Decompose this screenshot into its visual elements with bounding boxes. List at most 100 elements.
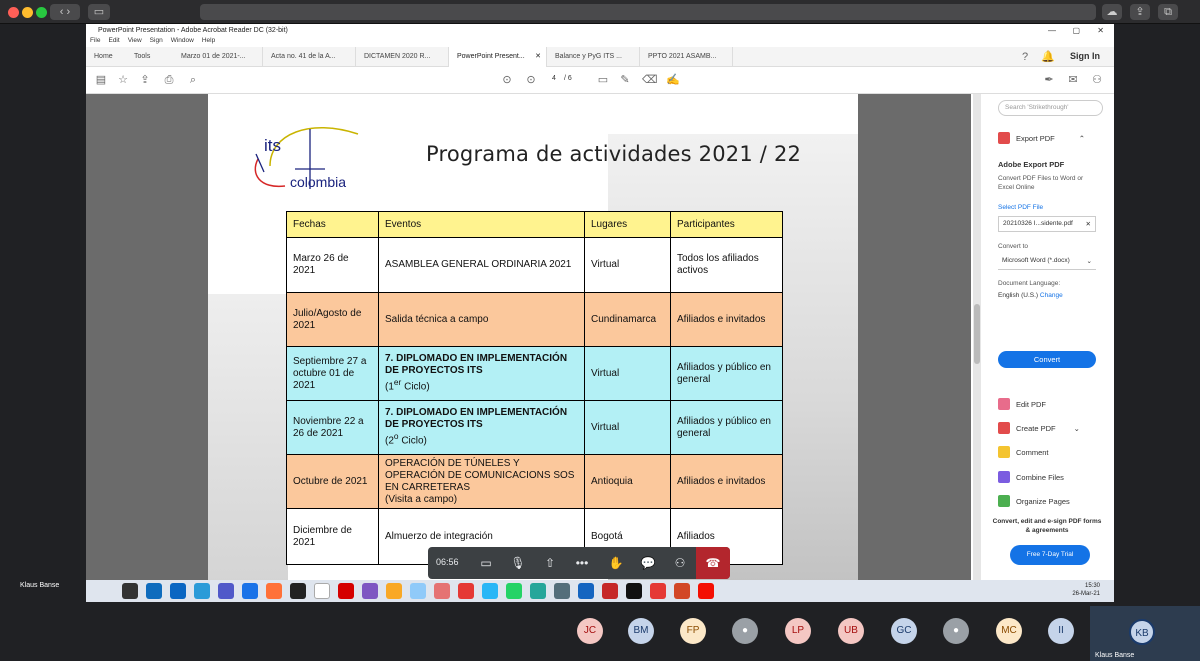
app-icon[interactable] [194,583,210,599]
powerpoint-icon[interactable] [674,583,690,599]
app-icon[interactable] [362,583,378,599]
format-select[interactable]: Microsoft Word (*.docx) ⌄ [998,254,1096,270]
zoom-search-icon[interactable]: ⌕ [186,73,200,87]
chat-icon[interactable]: 💬 [640,555,656,571]
outlook-icon[interactable] [146,583,162,599]
select-file-label[interactable]: Select PDF File [998,204,1043,211]
participant-avatar[interactable]: BM [628,618,654,644]
page-up-icon[interactable]: ⊙ [500,73,514,87]
chevron-up-icon[interactable]: ⌃ [1079,134,1085,143]
app-icon[interactable] [530,583,546,599]
tool-create-pdf[interactable]: Create PDF ⌄ [998,422,1080,434]
participants-icon[interactable]: ⚇ [672,555,688,571]
upload-icon[interactable]: ⇪ [138,73,152,87]
doc-tab[interactable]: Marzo 01 de 2021-... [173,47,263,67]
tab-tools[interactable]: Tools [126,47,171,67]
save-icon[interactable]: ▤ [94,73,108,87]
participant-avatar-generic[interactable]: ● [943,618,969,644]
star-icon[interactable]: ☆ [116,73,130,87]
doc-tab[interactable]: DICTAMEN 2020 R... [356,47,449,67]
remove-file-icon[interactable]: ✕ [1086,220,1091,228]
participant-avatar[interactable]: GC [891,618,917,644]
app-icon[interactable] [314,583,330,599]
highlight-icon[interactable]: ⌫ [642,73,658,87]
print-icon[interactable]: ⎙ [162,73,176,87]
comment-icon[interactable]: ▭ [596,73,610,87]
app-icon[interactable] [434,583,450,599]
sidebar-toggle-icon[interactable]: ▭ [88,4,110,20]
menu-view[interactable]: View [128,37,142,47]
task-view-icon[interactable] [122,583,138,599]
browser-icon[interactable] [242,583,258,599]
whatsapp-icon[interactable] [506,583,522,599]
minimize-window-button[interactable] [22,7,33,18]
tab-home[interactable]: Home [86,47,126,67]
cloud-icon[interactable]: ☁ [1102,4,1122,20]
telegram-icon[interactable] [482,583,498,599]
stamp-icon[interactable]: ✍ [666,73,680,87]
fill-sign-icon[interactable]: ✒ [1042,73,1056,87]
page-down-icon[interactable]: ⊙ [524,73,538,87]
raise-hand-icon[interactable]: ✋ [608,555,624,571]
mail-icon[interactable]: ✉ [1066,73,1080,87]
tool-combine-files[interactable]: Combine Files [998,471,1064,483]
tool-edit-pdf[interactable]: Edit PDF [998,398,1046,410]
hang-up-button[interactable]: ☎ [696,547,730,579]
participant-avatar-generic[interactable]: ● [732,618,758,644]
document-scrollbar[interactable] [973,94,981,580]
document-viewport[interactable]: its colombia Programa de actividades 202… [86,94,971,580]
acrobat-icon[interactable] [698,583,714,599]
doc-tab[interactable]: Balance y PyG ITS ... [547,47,640,67]
participant-avatar[interactable]: UB [838,618,864,644]
share-icon[interactable]: ⇪ [1130,4,1150,20]
tool-comment[interactable]: Comment [998,446,1049,458]
menu-window[interactable]: Window [171,37,194,47]
app-icon[interactable] [170,583,186,599]
mic-off-icon[interactable]: 🎙 [510,555,526,571]
app-icon[interactable] [386,583,402,599]
firefox-icon[interactable] [266,583,282,599]
menu-edit[interactable]: Edit [108,37,119,47]
free-trial-button[interactable]: Free 7-Day Trial [1010,545,1090,565]
doc-tab-active[interactable]: PowerPoint Present... ✕ [449,47,547,67]
help-icon[interactable]: ? [1018,50,1032,64]
participant-avatar[interactable]: JC [577,618,603,644]
app-icon[interactable] [578,583,594,599]
address-bar[interactable] [200,4,1096,20]
doc-tab[interactable]: Acta no. 41 de la A... [263,47,356,67]
convert-button[interactable]: Convert [998,351,1096,368]
participant-avatar[interactable]: MC [996,618,1022,644]
sign-in-link[interactable]: Sign In [1070,51,1100,61]
selected-file-field[interactable]: 20210326 I...sidente.pdf ✕ [998,216,1096,232]
menu-file[interactable]: File [90,37,100,47]
opera-icon[interactable] [338,583,354,599]
participant-avatar[interactable]: FP [680,618,706,644]
app-icon[interactable] [650,583,666,599]
taskbar-clock[interactable]: 15:30 26-Mar-21 [1072,582,1100,598]
self-avatar[interactable]: KB [1129,619,1155,645]
app-icon[interactable] [410,583,426,599]
close-window-button[interactable] [8,7,19,18]
app-icon[interactable] [458,583,474,599]
doc-tab[interactable]: PPTO 2021 ASAMB... [640,47,733,67]
restore-icon[interactable]: ▢ [1072,24,1080,37]
close-tab-icon[interactable]: ✕ [535,47,541,67]
minimize-icon[interactable]: — [1048,24,1056,37]
share-user-icon[interactable]: ⚇ [1090,73,1104,87]
page-number-input[interactable]: 4 [552,75,556,82]
netflix-icon[interactable] [626,583,642,599]
close-icon[interactable]: ✕ [1097,24,1104,37]
back-forward-buttons[interactable]: ‹ › [50,4,80,20]
app-icon[interactable] [602,583,618,599]
menu-sign[interactable]: Sign [150,37,163,47]
camera-off-icon[interactable]: ▭ [478,555,494,571]
participant-avatar[interactable]: II [1048,618,1074,644]
chevron-down-icon[interactable]: ⌄ [1074,424,1080,433]
tools-search-input[interactable]: Search 'Strikethrough' [998,100,1103,116]
present-screen-icon[interactable]: ⇧ [542,555,558,571]
maximize-window-button[interactable] [36,7,47,18]
app-icon[interactable] [290,583,306,599]
app-icon[interactable] [554,583,570,599]
bell-icon[interactable]: 🔔 [1041,50,1055,64]
export-pdf-header[interactable]: Export PDF ⌃ [998,132,1085,144]
